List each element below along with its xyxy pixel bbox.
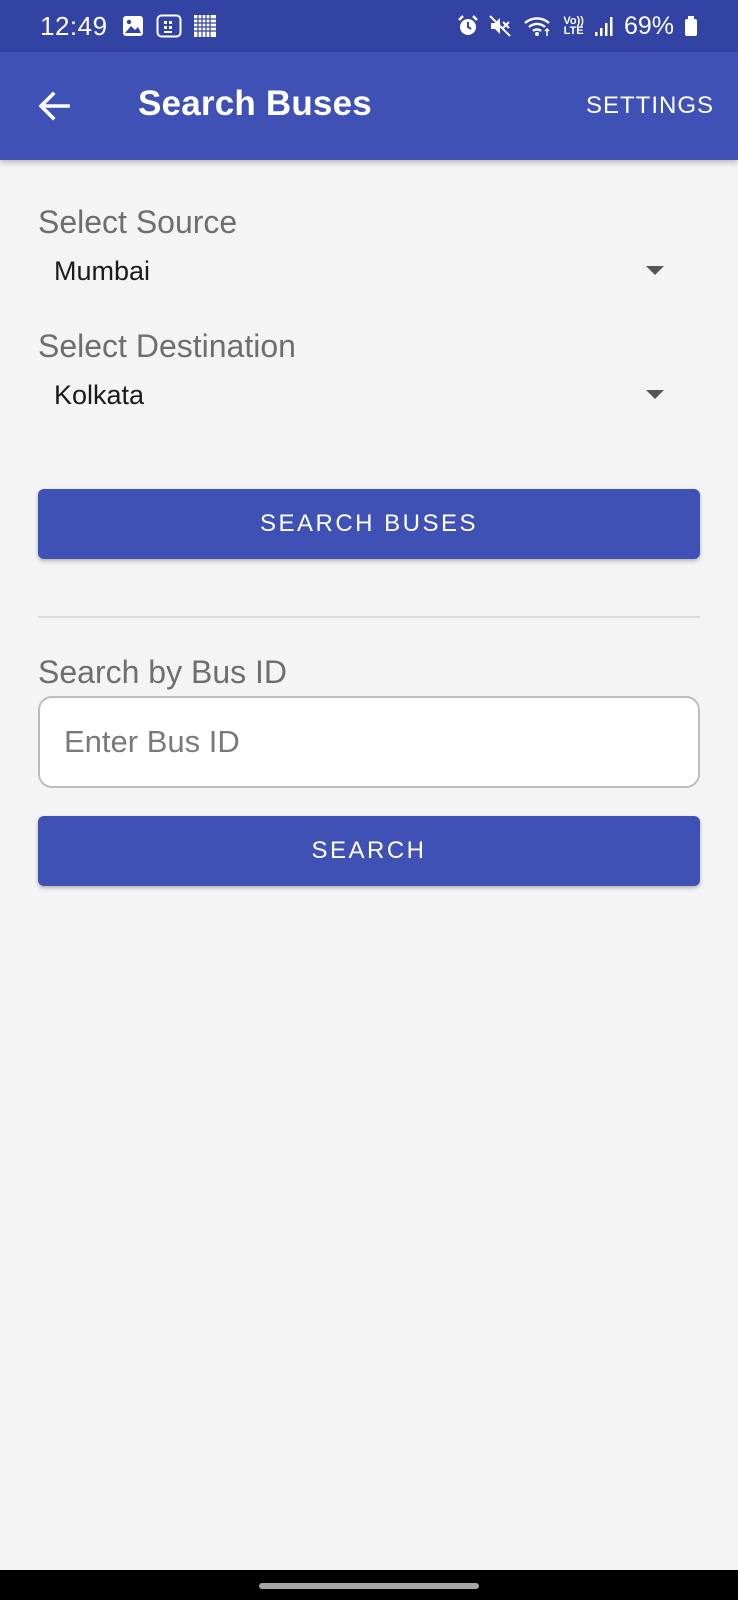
status-bar: 12:49 Vo)) LTE 69%	[0, 0, 738, 52]
search-button[interactable]: SEARCH	[38, 816, 700, 886]
status-left: 12:49	[40, 11, 216, 42]
page-title: Search Buses	[138, 84, 372, 123]
dropdown-arrow-icon	[646, 390, 664, 399]
dropdown-arrow-icon	[646, 266, 664, 275]
back-button[interactable]	[36, 88, 72, 124]
destination-label: Select Destination	[38, 328, 296, 364]
alarm-icon	[457, 15, 479, 37]
status-time: 12:49	[40, 10, 108, 41]
battery-percent: 69%	[623, 11, 674, 40]
battery-icon	[684, 15, 698, 37]
bus-id-input[interactable]	[40, 698, 698, 786]
section-divider	[38, 616, 700, 618]
source-value: Mumbai	[54, 255, 151, 286]
search-buses-button[interactable]: SEARCH BUSES	[38, 489, 700, 559]
bus-id-field	[38, 696, 700, 788]
signal-icon	[594, 15, 614, 37]
settings-button[interactable]: SETTINGS	[586, 92, 714, 120]
destination-value: Kolkata	[54, 379, 145, 410]
destination-dropdown[interactable]: Kolkata	[38, 371, 668, 419]
source-dropdown[interactable]: Mumbai	[38, 247, 668, 295]
sim-app-icon	[156, 14, 182, 38]
mute-icon	[489, 15, 513, 37]
wifi-icon	[523, 15, 553, 37]
status-right: Vo)) LTE 69%	[457, 12, 698, 41]
app-bar: Search Buses SETTINGS	[0, 52, 738, 160]
gallery-icon	[122, 15, 144, 37]
volte-label-bottom: LTE	[563, 25, 584, 37]
grid-app-icon	[193, 15, 216, 37]
bus-id-label: Search by Bus ID	[38, 654, 287, 690]
back-arrow-icon	[38, 91, 70, 121]
home-gesture-handle[interactable]	[259, 1583, 479, 1589]
source-label: Select Source	[38, 204, 238, 240]
volte-icon: Vo)) LTE	[563, 16, 584, 37]
